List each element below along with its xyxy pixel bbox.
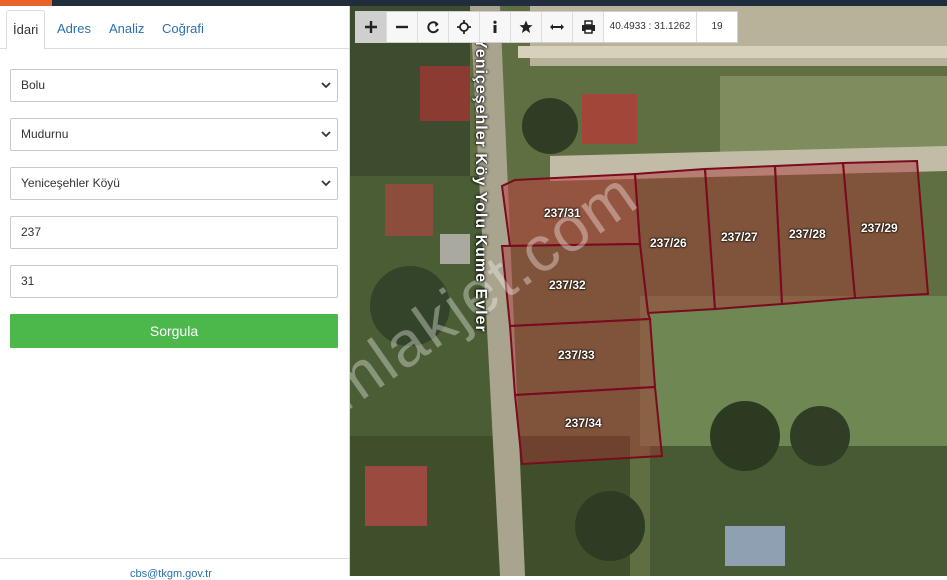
parcel-input[interactable]: 31 bbox=[10, 265, 338, 298]
locate-icon[interactable] bbox=[449, 12, 480, 42]
village-select[interactable]: Yeniceşehler Köyü bbox=[10, 167, 338, 200]
zoom-out-icon[interactable] bbox=[387, 12, 418, 42]
submit-button[interactable]: Sorgula bbox=[10, 314, 338, 348]
contact-email[interactable]: cbs@tkgm.gov.tr bbox=[130, 568, 212, 580]
star-icon[interactable] bbox=[511, 12, 542, 42]
parcel-label-237-33: 237/33 bbox=[558, 348, 595, 362]
parcel-label-237-26: 237/26 bbox=[650, 236, 687, 250]
province-select[interactable]: Bolu bbox=[10, 69, 338, 102]
tab-idari[interactable]: İdari bbox=[6, 10, 46, 50]
map-view[interactable]: emlakjet.com Yeniçeşehler Köy Yolu Kume … bbox=[350, 6, 947, 576]
zoom-level: 19 bbox=[697, 12, 737, 42]
tab-bar: İdari Adres Analiz Coğrafi bbox=[0, 10, 349, 50]
district-select[interactable]: Mudurnu bbox=[10, 118, 338, 151]
road-label: Yeniçeşehler Köy Yolu Kume Evler bbox=[472, 38, 489, 333]
village-value: Yeniceşehler Köyü bbox=[21, 176, 120, 190]
measure-icon[interactable] bbox=[542, 12, 573, 42]
parcel-label-237-31: 237/31 bbox=[544, 206, 581, 220]
zoom-in-icon[interactable] bbox=[356, 12, 387, 42]
refresh-icon[interactable] bbox=[418, 12, 449, 42]
info-icon[interactable] bbox=[480, 12, 511, 42]
parcel-label-237-28: 237/28 bbox=[789, 227, 826, 241]
map-toolbar: 40.4933 : 31.1262 19 bbox=[355, 11, 738, 43]
tab-cografi[interactable]: Coğrafi bbox=[162, 10, 204, 48]
province-value: Bolu bbox=[21, 78, 46, 92]
parcel-label-237-32: 237/32 bbox=[549, 278, 586, 292]
chevron-down-icon bbox=[321, 131, 331, 138]
district-value: Mudurnu bbox=[21, 127, 69, 141]
chevron-down-icon bbox=[321, 180, 331, 187]
parcel-label-237-34: 237/34 bbox=[565, 416, 602, 430]
parcel-label-237-29: 237/29 bbox=[861, 221, 898, 235]
coordinate-readout: 40.4933 : 31.1262 bbox=[604, 12, 697, 42]
parcel-label-237-27: 237/27 bbox=[721, 230, 758, 244]
chevron-down-icon bbox=[321, 82, 331, 89]
tab-adres[interactable]: Adres bbox=[57, 10, 91, 48]
print-icon[interactable] bbox=[573, 12, 604, 42]
tab-analiz[interactable]: Analiz bbox=[109, 10, 144, 48]
block-input[interactable]: 237 bbox=[10, 216, 338, 249]
footer-divider bbox=[0, 558, 349, 559]
query-panel: İdari Adres Analiz Coğrafi Bolu Mudurnu … bbox=[0, 6, 350, 580]
